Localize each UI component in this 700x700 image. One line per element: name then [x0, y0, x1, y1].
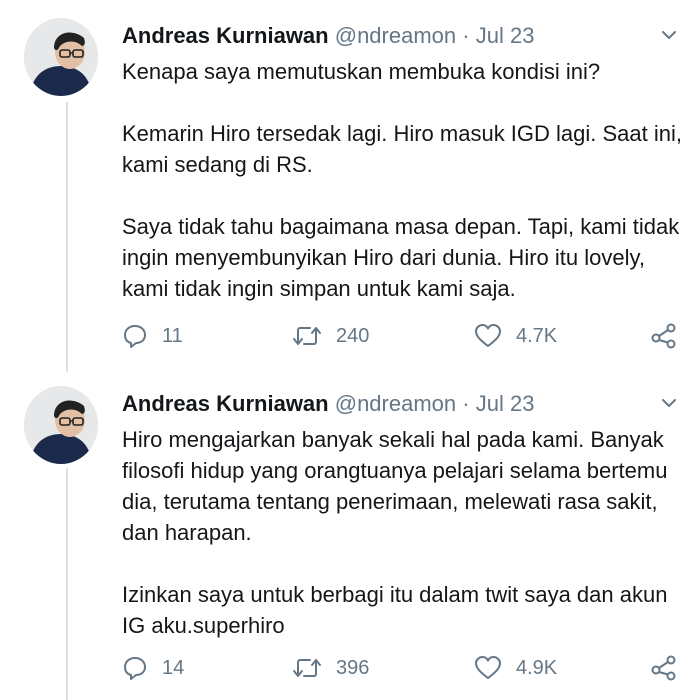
retweet-button[interactable]: 240 — [292, 318, 369, 354]
tweet[interactable]: Andreas Kurniawan @ndreamon · Jul 23 Hir… — [0, 368, 700, 700]
heart-icon — [475, 324, 501, 347]
reply-button[interactable]: 14 — [122, 650, 184, 686]
tweet-text: Kenapa saya memutuskan membuka kondisi i… — [122, 56, 682, 304]
tweet-date[interactable]: Jul 23 — [476, 391, 535, 416]
author-handle[interactable]: @ndreamon — [335, 23, 456, 48]
tweet-paragraph: Kenapa saya memutuskan membuka kondisi i… — [122, 59, 601, 84]
author-name[interactable]: Andreas Kurniawan — [122, 391, 329, 416]
share-icon — [651, 655, 676, 681]
like-count: 4.7K — [516, 324, 558, 347]
like-count: 4.9K — [516, 656, 558, 679]
tweet-paragraph: Saya tidak tahu bagaimana masa depan. Ta… — [122, 214, 680, 301]
reply-count: 14 — [162, 656, 185, 679]
avatar[interactable] — [24, 18, 98, 96]
tweet-actions: 14 396 4.9K — [122, 650, 692, 686]
retweet-count: 396 — [336, 656, 370, 679]
tweet-header: Andreas Kurniawan @ndreamon · Jul 23 — [122, 388, 680, 420]
tweet-actions: 11 240 4.7K — [122, 318, 692, 354]
chevron-down-icon[interactable] — [660, 394, 678, 412]
tweet-paragraph: Kemarin Hiro tersedak lagi. Hiro masuk I… — [122, 121, 682, 177]
separator-dot: · — [462, 23, 470, 48]
reply-icon — [124, 657, 146, 680]
reply-icon — [124, 325, 146, 348]
avatar[interactable] — [24, 386, 98, 464]
retweet-button[interactable]: 396 — [292, 650, 369, 686]
share-button[interactable] — [650, 318, 692, 354]
chevron-down-icon[interactable] — [660, 26, 678, 44]
share-icon — [651, 323, 676, 349]
heart-icon — [475, 656, 501, 679]
tweet-header: Andreas Kurniawan @ndreamon · Jul 23 — [122, 20, 680, 52]
share-button[interactable] — [650, 650, 692, 686]
separator-dot: · — [462, 391, 470, 416]
retweet-count: 240 — [336, 324, 370, 347]
retweet-icon — [293, 659, 321, 677]
reply-count: 11 — [162, 324, 183, 347]
reply-button[interactable]: 11 — [122, 318, 183, 354]
tweet-paragraph: Izinkan saya untuk berbagi itu dalam twi… — [122, 582, 668, 638]
tweet-text: Hiro mengajarkan banyak sekali hal pada … — [122, 424, 682, 641]
author-name[interactable]: Andreas Kurniawan — [122, 23, 329, 48]
like-button[interactable]: 4.7K — [474, 318, 557, 354]
retweet-icon — [293, 327, 321, 345]
tweet-date[interactable]: Jul 23 — [476, 23, 535, 48]
like-button[interactable]: 4.9K — [474, 650, 557, 686]
author-handle[interactable]: @ndreamon — [335, 391, 456, 416]
tweet-paragraph: Hiro mengajarkan banyak sekali hal pada … — [122, 427, 668, 545]
tweet[interactable]: Andreas Kurniawan @ndreamon · Jul 23 Ken… — [0, 0, 700, 362]
